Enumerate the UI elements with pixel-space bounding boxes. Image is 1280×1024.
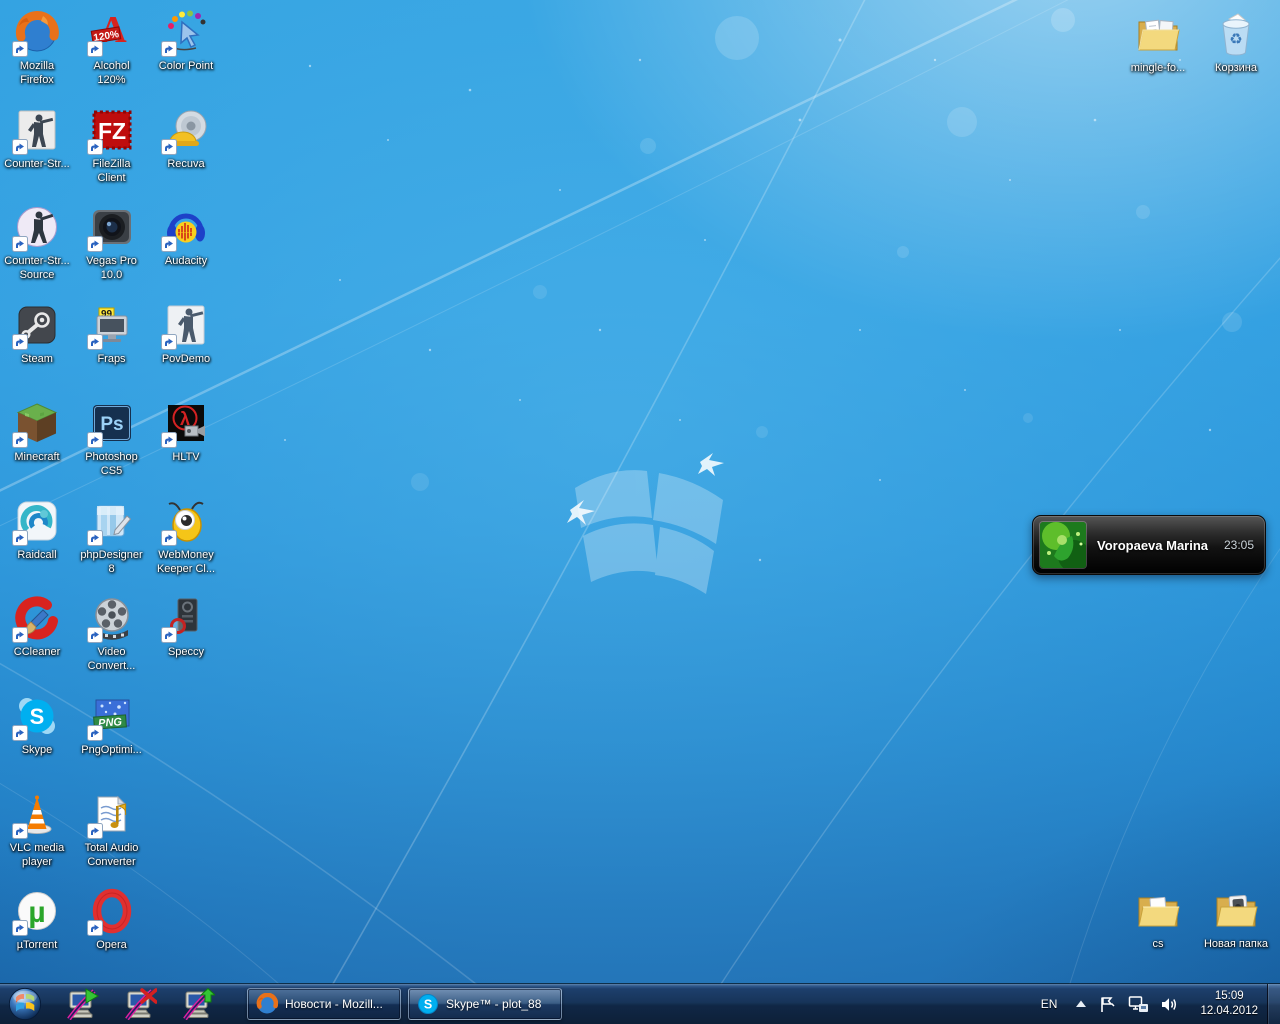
opera-icon: [88, 887, 136, 935]
notification-contact-name: Voropaeva Marina: [1097, 538, 1213, 553]
desktop-icon-label: Total Audio Converter: [68, 841, 156, 869]
taskbar-window-firefox[interactable]: Новости - Mozill...: [247, 988, 401, 1020]
desktop-icon-label: WebMoney Keeper Cl...: [142, 548, 230, 576]
raidcall-icon: [13, 497, 61, 545]
svg-text:Ps: Ps: [100, 414, 123, 435]
cs16-icon: [13, 106, 61, 154]
ccleaner-icon: [13, 594, 61, 642]
action-center-flag-icon[interactable]: [1096, 993, 1119, 1016]
utorrent-icon: µ: [13, 887, 61, 935]
desktop-icon-pngoptim[interactable]: PNG PngOptimi...: [68, 692, 156, 757]
audacity-icon: [162, 203, 210, 251]
quicklaunch-computer-play[interactable]: [66, 987, 100, 1021]
povdemo-icon: [162, 301, 210, 349]
desktop-icon-folder-media[interactable]: Новая папка: [1192, 886, 1280, 951]
volume-icon[interactable]: [1158, 993, 1181, 1016]
desktop-icon-label: Новая папка: [1192, 937, 1280, 951]
svg-text:♻: ♻: [1229, 31, 1242, 48]
contact-avatar: [1040, 522, 1086, 568]
desktop-icon-label: Opera: [68, 938, 156, 952]
svg-text:S: S: [30, 704, 45, 729]
notification-time: 23:05: [1224, 538, 1256, 552]
show-hidden-icons-button[interactable]: [1073, 997, 1089, 1011]
webmoney-icon: [162, 497, 210, 545]
pngoptim-icon: PNG: [88, 692, 136, 740]
colorpoint-icon: [162, 8, 210, 56]
vlc-icon: [13, 790, 61, 838]
desktop-icon-label: PngOptimi...: [68, 743, 156, 757]
windows-logo-watermark: [575, 470, 723, 594]
svg-text:µ: µ: [28, 896, 45, 929]
desktop-icon-label: Speccy: [142, 645, 230, 659]
network-icon[interactable]: [1126, 993, 1151, 1016]
desktop-icon-folder-docs[interactable]: mingle-fo...: [1114, 10, 1202, 75]
system-tray: EN: [1035, 984, 1264, 1024]
desktop-icon-label: Корзина: [1192, 61, 1280, 75]
desktop-icon-label: PovDemo: [142, 352, 230, 366]
desktop-icon-label: mingle-fo...: [1114, 61, 1202, 75]
folder-media-icon: [1212, 886, 1260, 934]
desktop-icon-hltv[interactable]: λ HLTV: [142, 399, 230, 464]
desktop-icon-folder-open[interactable]: cs: [1114, 886, 1202, 951]
totalaudio-icon: [88, 790, 136, 838]
taskbar: Новости - Mozill... S Skype™ - plot_88 EN: [0, 984, 1280, 1024]
desktop-icon-povdemo[interactable]: PovDemo: [142, 301, 230, 366]
start-button[interactable]: [6, 986, 44, 1022]
cssource-icon: [13, 203, 61, 251]
quicklaunch-computer-cancel[interactable]: [124, 987, 158, 1021]
desktop-icon-webmoney[interactable]: WebMoney Keeper Cl...: [142, 497, 230, 576]
recuva-icon: [162, 106, 210, 154]
desktop-icon-recycle-bin[interactable]: ♻ Корзина: [1192, 10, 1280, 75]
skype-icon: S: [13, 692, 61, 740]
desktop-icon-label: Color Point: [142, 59, 230, 73]
skype-small-icon: S: [417, 993, 439, 1015]
recycle-bin-icon: ♻: [1212, 10, 1260, 58]
steam-icon: [13, 301, 61, 349]
desktop-icon-label: HLTV: [142, 450, 230, 464]
tray-date: 12.04.2012: [1200, 1004, 1258, 1019]
folder-docs-icon: [1134, 10, 1182, 58]
desktop-icon-totalaudio[interactable]: Total Audio Converter: [68, 790, 156, 869]
open-window-buttons: Новости - Mozill... S Skype™ - plot_88: [247, 988, 562, 1020]
tray-time: 15:09: [1200, 989, 1258, 1004]
hltv-icon: λ: [162, 399, 210, 447]
firefox-small-icon: [256, 993, 278, 1015]
vegas-icon: [88, 203, 136, 251]
windows7-desktop[interactable]: Mozilla FirefoxA120%Alcohol 120%Color Po…: [0, 0, 1280, 1024]
folder-open-icon: [1134, 886, 1182, 934]
desktop-icon-audacity[interactable]: Audacity: [142, 203, 230, 268]
taskbar-window-title: Новости - Mozill...: [285, 997, 383, 1011]
firefox-icon: [13, 8, 61, 56]
desktop-icon-label: cs: [1114, 937, 1202, 951]
alcohol-icon: A120%: [88, 8, 136, 56]
minecraft-icon: [13, 399, 61, 447]
photoshop-icon: Ps: [88, 399, 136, 447]
filezilla-icon: FZ: [88, 106, 136, 154]
quicklaunch-bar: [66, 987, 216, 1021]
show-desktop-button[interactable]: [1267, 984, 1280, 1024]
desktop-icon-label: Audacity: [142, 254, 230, 268]
quicklaunch-computer-update[interactable]: [182, 987, 216, 1021]
videoconv-icon: [88, 594, 136, 642]
desktop-icon-recuva[interactable]: Recuva: [142, 106, 230, 171]
desktop-icon-label: Recuva: [142, 157, 230, 171]
desktop-icon-colorpoint[interactable]: Color Point: [142, 8, 230, 73]
clock[interactable]: 15:09 12.04.2012: [1194, 987, 1264, 1021]
skype-notification-toast[interactable]: Voropaeva Marina 23:05: [1032, 515, 1266, 575]
speccy-icon: [162, 594, 210, 642]
taskbar-window-title: Skype™ - plot_88: [446, 997, 541, 1011]
desktop-icon-opera[interactable]: Opera: [68, 887, 156, 952]
svg-text:S: S: [424, 998, 432, 1012]
language-indicator[interactable]: EN: [1035, 993, 1064, 1015]
taskbar-window-skype[interactable]: S Skype™ - plot_88: [408, 988, 562, 1020]
fraps-icon: 99: [88, 301, 136, 349]
desktop-icon-speccy[interactable]: Speccy: [142, 594, 230, 659]
phpdesigner-icon: [88, 497, 136, 545]
